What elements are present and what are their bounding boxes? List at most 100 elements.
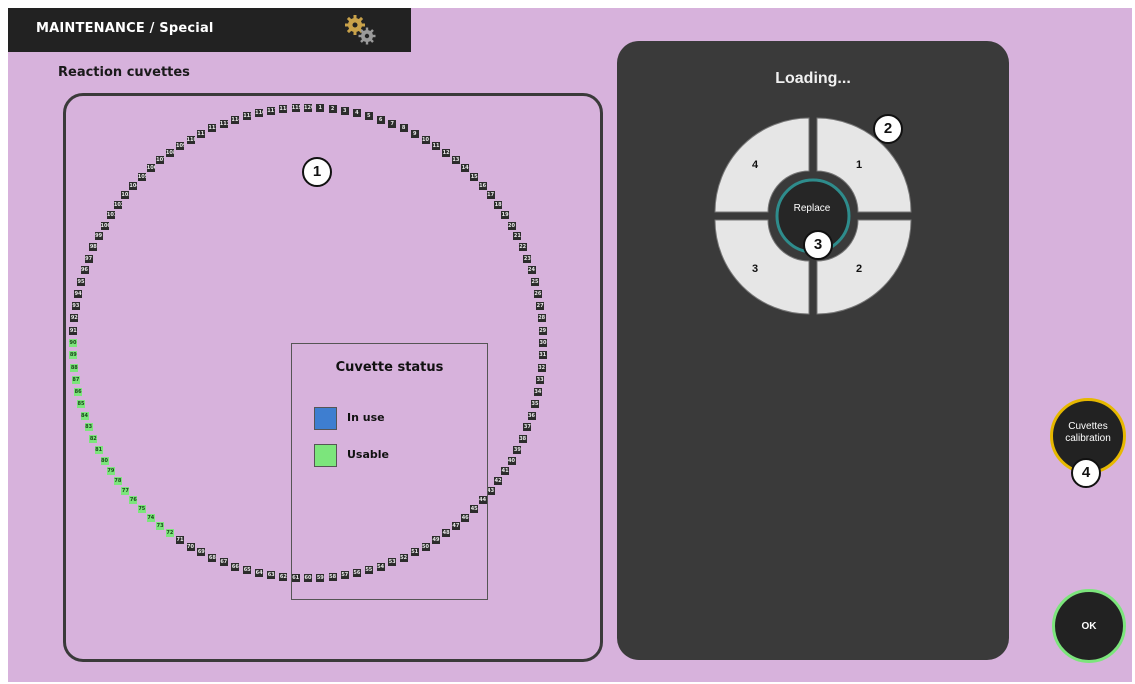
cuvette-15[interactable]: 15 xyxy=(470,172,479,181)
cuvette-118[interactable]: 118 xyxy=(279,105,288,114)
cuvette-68[interactable]: 68 xyxy=(208,553,217,562)
cuvette-22[interactable]: 22 xyxy=(518,243,527,252)
cuvette-42[interactable]: 42 xyxy=(494,477,503,486)
cuvette-25[interactable]: 25 xyxy=(531,278,539,287)
cuvette-39[interactable]: 39 xyxy=(513,445,522,454)
cuvette-99[interactable]: 99 xyxy=(94,232,103,241)
cuvette-102[interactable]: 102 xyxy=(113,200,122,209)
cuvette-86[interactable]: 86 xyxy=(74,387,83,396)
cuvette-17[interactable]: 17 xyxy=(486,191,495,200)
cuvette-114[interactable]: 114 xyxy=(231,115,240,124)
cuvette-115[interactable]: 115 xyxy=(243,112,252,120)
cuvette-20[interactable]: 20 xyxy=(507,221,516,230)
cuvette-111[interactable]: 111 xyxy=(197,129,206,138)
cuvette-65[interactable]: 65 xyxy=(243,566,252,574)
cuvette-105[interactable]: 105 xyxy=(137,172,146,181)
cuvette-108[interactable]: 108 xyxy=(165,148,174,157)
cuvette-11[interactable]: 11 xyxy=(432,141,440,150)
cuvette-40[interactable]: 40 xyxy=(507,456,516,465)
cuvette-88[interactable]: 88 xyxy=(70,363,79,372)
cuvette-104[interactable]: 104 xyxy=(129,181,138,190)
cuvette-21[interactable]: 21 xyxy=(513,232,522,241)
cuvette-27[interactable]: 27 xyxy=(536,302,545,311)
cuvette-8[interactable]: 8 xyxy=(399,124,408,133)
cuvette-6[interactable]: 6 xyxy=(376,115,385,124)
cuvette-119[interactable]: 119 xyxy=(291,104,300,113)
cuvette-4[interactable]: 4 xyxy=(352,109,361,118)
cuvette-23[interactable]: 23 xyxy=(523,254,532,263)
cuvette-16[interactable]: 16 xyxy=(478,181,487,190)
cuvette-97[interactable]: 97 xyxy=(84,254,93,263)
cuvette-98[interactable]: 98 xyxy=(89,243,98,252)
cuvette-75[interactable]: 75 xyxy=(137,505,146,514)
cuvette-93[interactable]: 93 xyxy=(71,302,80,311)
cuvette-34[interactable]: 34 xyxy=(533,387,542,396)
cuvette-120[interactable]: 120 xyxy=(304,104,312,112)
cuvette-71[interactable]: 71 xyxy=(176,536,184,545)
cuvette-78[interactable]: 78 xyxy=(113,477,122,486)
cuvette-87[interactable]: 87 xyxy=(71,375,80,384)
cuvette-26[interactable]: 26 xyxy=(533,290,542,299)
cuvette-30[interactable]: 30 xyxy=(539,339,547,347)
cuvette-110[interactable]: 110 xyxy=(186,135,195,144)
cuvette-31[interactable]: 31 xyxy=(538,351,547,360)
cuvette-79[interactable]: 79 xyxy=(106,467,115,475)
cuvette-101[interactable]: 101 xyxy=(106,211,115,219)
cuvette-95[interactable]: 95 xyxy=(77,278,85,287)
cuvette-82[interactable]: 82 xyxy=(89,434,98,443)
cuvette-103[interactable]: 103 xyxy=(121,191,130,200)
cuvette-18[interactable]: 18 xyxy=(494,200,503,209)
cuvette-73[interactable]: 73 xyxy=(156,521,165,530)
cuvette-10[interactable]: 10 xyxy=(421,135,430,144)
cuvette-94[interactable]: 94 xyxy=(74,290,83,299)
cuvette-96[interactable]: 96 xyxy=(80,266,89,275)
cuvette-67[interactable]: 67 xyxy=(219,558,228,567)
cuvette-37[interactable]: 37 xyxy=(523,423,532,432)
cuvette-41[interactable]: 41 xyxy=(501,467,510,475)
cuvette-62[interactable]: 62 xyxy=(279,572,288,581)
cuvette-2[interactable]: 2 xyxy=(328,105,337,114)
cuvette-76[interactable]: 76 xyxy=(129,496,138,505)
cuvette-74[interactable]: 74 xyxy=(146,513,155,522)
cuvette-1[interactable]: 1 xyxy=(316,104,325,113)
cuvette-38[interactable]: 38 xyxy=(518,434,527,443)
cuvette-81[interactable]: 81 xyxy=(94,445,103,454)
cuvette-9[interactable]: 9 xyxy=(410,129,419,138)
cuvette-7[interactable]: 7 xyxy=(388,119,397,128)
ok-button[interactable]: OK xyxy=(1052,589,1126,663)
cuvette-90[interactable]: 90 xyxy=(69,339,77,347)
cuvette-107[interactable]: 107 xyxy=(156,156,165,165)
cuvette-70[interactable]: 70 xyxy=(186,542,195,551)
cuvette-106[interactable]: 106 xyxy=(146,164,155,173)
cuvette-89[interactable]: 89 xyxy=(69,351,78,360)
cuvette-24[interactable]: 24 xyxy=(527,266,536,275)
cuvette-80[interactable]: 80 xyxy=(100,456,109,465)
cuvette-28[interactable]: 28 xyxy=(537,314,546,323)
cuvette-3[interactable]: 3 xyxy=(340,106,349,115)
cuvette-84[interactable]: 84 xyxy=(80,411,89,420)
cuvette-83[interactable]: 83 xyxy=(84,423,93,432)
cuvette-14[interactable]: 14 xyxy=(461,164,470,173)
cuvette-85[interactable]: 85 xyxy=(77,399,85,408)
cuvette-63[interactable]: 63 xyxy=(267,571,276,580)
cuvette-77[interactable]: 77 xyxy=(121,486,130,495)
cuvette-12[interactable]: 12 xyxy=(442,148,451,157)
cuvette-29[interactable]: 29 xyxy=(538,326,547,335)
cuvette-32[interactable]: 32 xyxy=(537,363,546,372)
cuvette-72[interactable]: 72 xyxy=(165,529,174,538)
cuvette-117[interactable]: 117 xyxy=(267,106,276,115)
cuvette-13[interactable]: 13 xyxy=(451,156,460,165)
cuvette-91[interactable]: 91 xyxy=(69,326,78,335)
cuvette-92[interactable]: 92 xyxy=(70,314,79,323)
cuvette-100[interactable]: 100 xyxy=(100,221,109,230)
cuvette-5[interactable]: 5 xyxy=(364,112,373,120)
cuvette-36[interactable]: 36 xyxy=(527,411,536,420)
cuvette-109[interactable]: 109 xyxy=(176,141,184,150)
cuvette-66[interactable]: 66 xyxy=(231,562,240,571)
cuvette-33[interactable]: 33 xyxy=(536,375,545,384)
cuvette-64[interactable]: 64 xyxy=(255,568,264,577)
cuvette-35[interactable]: 35 xyxy=(531,399,539,408)
cuvette-19[interactable]: 19 xyxy=(501,211,510,219)
cuvette-112[interactable]: 112 xyxy=(208,124,217,133)
cuvette-113[interactable]: 113 xyxy=(219,119,228,128)
